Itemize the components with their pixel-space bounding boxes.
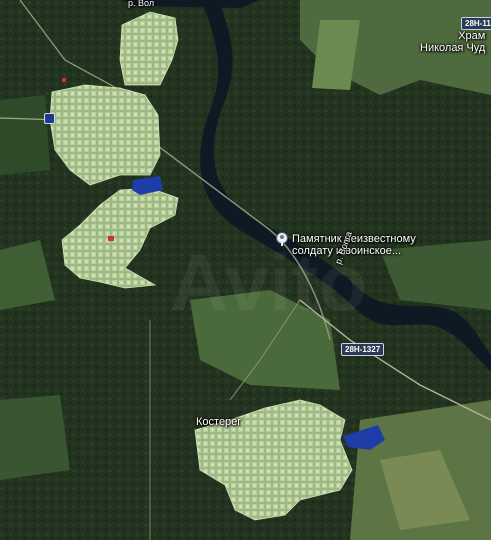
place-pin-icon[interactable] <box>276 232 288 246</box>
road-shield: 28Н-1327 <box>341 343 385 356</box>
church-label[interactable]: Храм Николая Чуд <box>420 30 485 54</box>
map-imagery: Avito <box>0 0 491 540</box>
field-mid-left <box>0 95 50 175</box>
top-partial-label: р. Вол <box>128 0 155 8</box>
monument-label[interactable]: Памятник неизвестному солдату и воинское… <box>292 233 416 257</box>
marker <box>62 78 66 82</box>
field-bottom-left <box>0 395 70 480</box>
road-shield: 28Н-117 <box>461 17 491 30</box>
village-label[interactable]: Костерег <box>196 416 241 428</box>
direction-arrow-icon <box>44 113 55 124</box>
marker <box>108 236 114 241</box>
satellite-map[interactable]: Avito 28Н-117 28Н-1327 Храм Николая Чуд … <box>0 0 491 540</box>
